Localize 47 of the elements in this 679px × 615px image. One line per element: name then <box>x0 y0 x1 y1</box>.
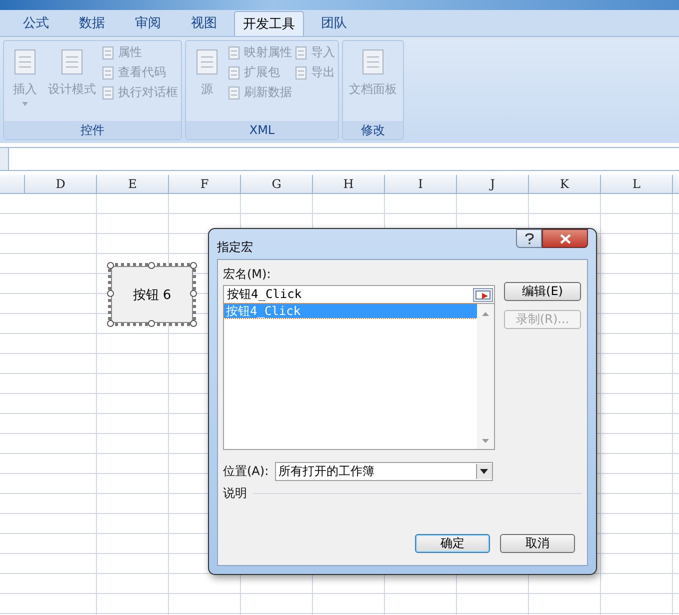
formula-field[interactable] <box>9 148 679 170</box>
column-header[interactable]: G <box>241 175 313 193</box>
help-icon <box>524 232 534 244</box>
scrollbar[interactable] <box>477 304 494 449</box>
dialog-button[interactable]: 确定 <box>415 534 490 553</box>
macro-name-label: 宏名(M): <box>223 266 272 283</box>
ribbon-tab[interactable]: 团队 <box>308 10 360 36</box>
column-header[interactable]: I <box>385 175 457 193</box>
document-icon <box>294 46 308 60</box>
scroll-down-icon[interactable] <box>482 439 489 443</box>
caret-icon <box>22 102 28 106</box>
document-icon <box>101 46 115 60</box>
ribbon-tab[interactable]: 公式 <box>10 10 62 36</box>
close-button[interactable] <box>542 229 588 248</box>
dialog-button[interactable]: 编辑(E) <box>504 282 581 301</box>
scroll-up-icon[interactable] <box>482 312 489 316</box>
group-label: 控件 <box>4 121 181 139</box>
document-icon <box>101 86 115 100</box>
dialog-button[interactable]: 取消 <box>500 534 575 553</box>
column-header[interactable]: H <box>313 175 385 193</box>
close-icon <box>560 234 570 244</box>
column-header[interactable]: E <box>97 175 169 193</box>
document-icon <box>101 66 115 80</box>
column-header[interactable]: D <box>25 175 97 193</box>
group-label: XML <box>186 121 338 139</box>
document-icon <box>227 86 241 100</box>
ribbon-tab[interactable]: 数据 <box>66 10 118 36</box>
column-header[interactable]: L <box>601 175 673 193</box>
group-label: 修改 <box>343 121 403 139</box>
collapse-dialog-icon[interactable] <box>473 288 493 302</box>
function-button[interactable] <box>0 148 9 170</box>
column-header[interactable]: F <box>169 175 241 193</box>
ribbon-tab[interactable]: 视图 <box>178 10 230 36</box>
document-icon <box>294 66 308 80</box>
macro-name-field[interactable]: 按钮4_Click <box>223 285 495 304</box>
location-label: 位置(A): <box>223 463 269 480</box>
dropdown-arrow-icon[interactable] <box>480 469 488 474</box>
document-icon <box>227 66 241 80</box>
column-header[interactable]: J <box>457 175 529 193</box>
column-header[interactable]: K <box>529 175 601 193</box>
help-button[interactable] <box>516 229 542 248</box>
document-icon <box>227 46 241 60</box>
description-label: 说明 <box>223 485 247 502</box>
ribbon-tab[interactable]: 开发工具 <box>234 11 304 36</box>
ribbon-tab[interactable]: 审阅 <box>122 10 174 36</box>
dialog-title: 指定宏 <box>217 239 253 256</box>
location-dropdown[interactable]: 所有打开的工作簿 <box>274 462 493 481</box>
